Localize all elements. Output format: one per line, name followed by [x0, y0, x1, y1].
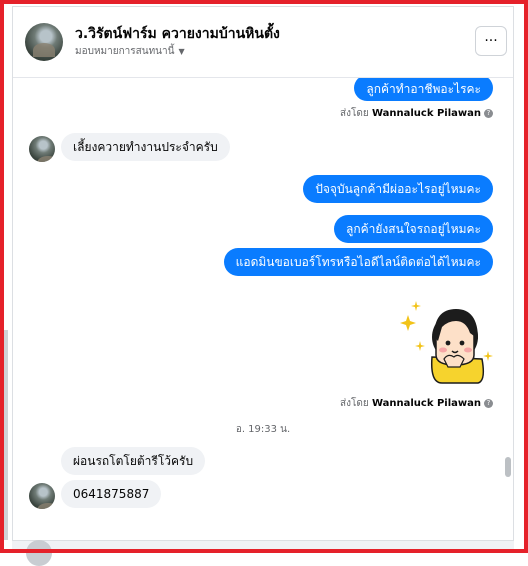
- girl-sticker[interactable]: [398, 295, 494, 385]
- outgoing-message[interactable]: ลูกค้ายังสนใจรถอยู่ไหมคะ: [334, 215, 493, 243]
- caret-down-icon: ▼: [178, 47, 185, 56]
- page-avatar[interactable]: [25, 23, 63, 61]
- conversation-header: ว.วิรัตน์ฟาร์ม ควายงามบ้านหินตั้ง มอบหมา…: [13, 7, 513, 78]
- incoming-message[interactable]: ผ่อนรถโตโยต้ารีโว้ครับ: [61, 447, 206, 475]
- incoming-message[interactable]: เลี้ยงควายทำงานประจำครับ: [61, 133, 230, 161]
- outgoing-message[interactable]: แอดมินขอเบอร์โทรหรือไอดีไลน์ติดต่อได้ไหม…: [223, 248, 493, 276]
- sender-avatar[interactable]: [29, 483, 55, 509]
- more-options-button[interactable]: ···: [475, 26, 507, 56]
- message-scrollbar[interactable]: [505, 77, 511, 540]
- sent-by-label: ส่งโดย Wannaluck Pilawan?: [340, 396, 493, 411]
- sent-by-name: Wannaluck Pilawan: [371, 398, 481, 409]
- sender-avatar[interactable]: [29, 136, 55, 162]
- message-text: แอดมินขอเบอร์โทรหรือไอดีไลน์ติดต่อได้ไหม…: [235, 255, 481, 269]
- info-icon[interactable]: ?: [484, 398, 493, 408]
- conversation-panel: ว.วิรัตน์ฟาร์ม ควายงามบ้านหินตั้ง มอบหมา…: [12, 6, 514, 541]
- composer-area[interactable]: [12, 541, 514, 549]
- message-text: ลูกค้าทำอาชีพอะไรคะ: [366, 82, 481, 96]
- assign-label: มอบหมายการสนทนานี้: [75, 46, 175, 57]
- incoming-message[interactable]: 0641875887: [61, 480, 162, 508]
- message-text: เลี้ยงควายทำงานประจำครับ: [73, 140, 218, 154]
- sent-by-label: ส่งโดย Wannaluck Pilawan?: [340, 106, 493, 121]
- message-text: 0641875887: [73, 487, 150, 501]
- sent-by-prefix: ส่งโดย: [340, 398, 369, 409]
- sent-by-name: Wannaluck Pilawan: [371, 108, 481, 119]
- message-text: ผ่อนรถโตโยต้ารีโว้ครับ: [73, 454, 194, 468]
- info-icon[interactable]: ?: [484, 108, 493, 118]
- message-timestamp: อ. 19:33 น.: [235, 424, 291, 435]
- page-name[interactable]: ว.วิรัตน์ฟาร์ม ควายงามบ้านหินตั้ง: [75, 23, 280, 45]
- outgoing-message[interactable]: ปัจจุบันลูกค้ามีผ่ออะไรอยู่ไหมคะ: [303, 175, 493, 203]
- composer-avatar: [26, 540, 52, 566]
- sent-by-prefix: ส่งโดย: [340, 108, 369, 119]
- left-panel-edge: [4, 330, 8, 540]
- scrollbar-thumb[interactable]: [505, 457, 511, 477]
- message-text: ลูกค้ายังสนใจรถอยู่ไหมคะ: [346, 222, 481, 236]
- outgoing-message[interactable]: ลูกค้าทำอาชีพอะไรคะ: [354, 75, 493, 101]
- assign-conversation-dropdown[interactable]: มอบหมายการสนทนานี้ ▼: [75, 44, 185, 59]
- message-text: ปัจจุบันลูกค้ามีผ่ออะไรอยู่ไหมคะ: [315, 182, 481, 196]
